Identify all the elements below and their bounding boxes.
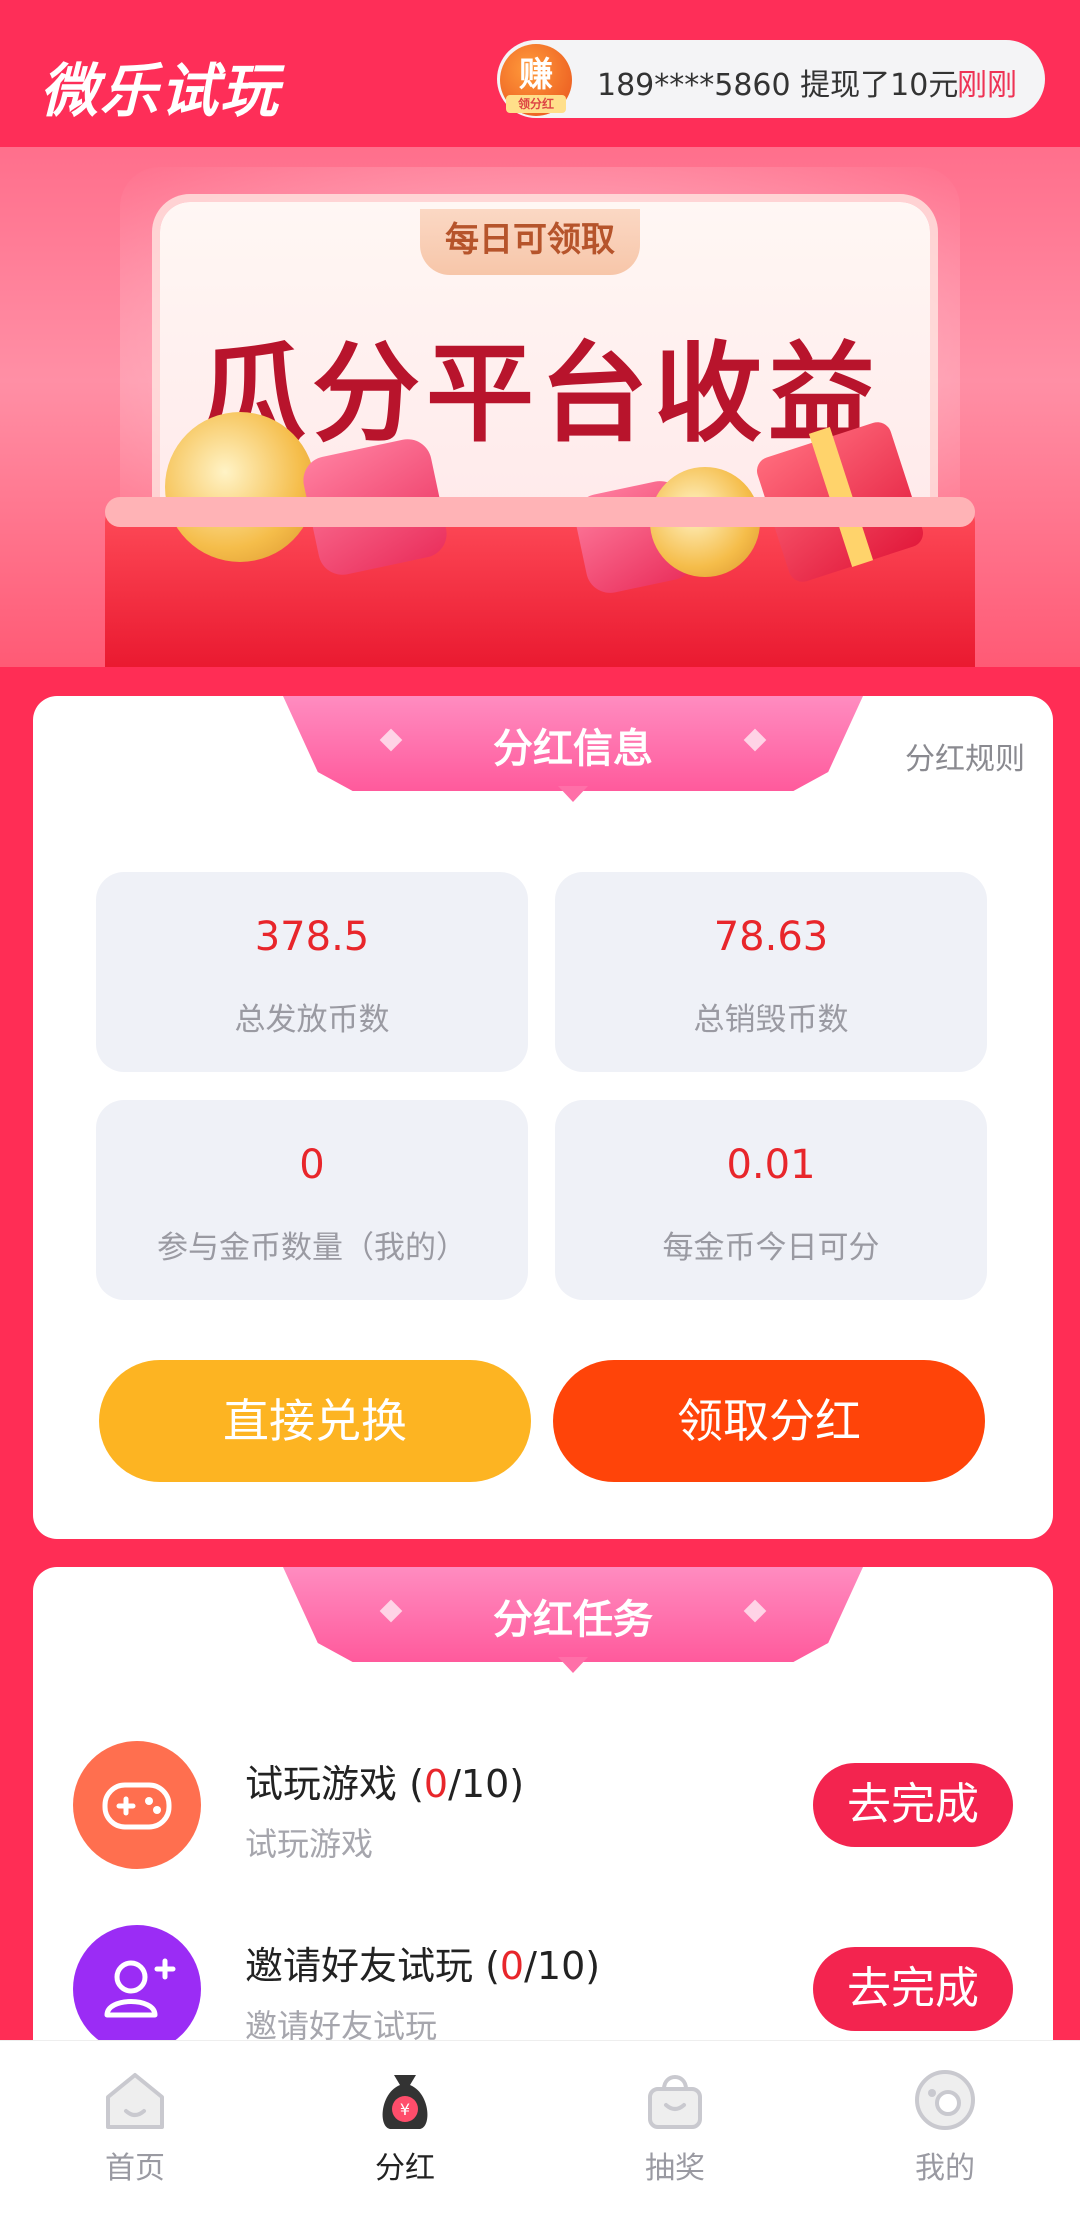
stat-label: 每金币今日可分 (662, 1230, 880, 1266)
task-progress-total: /10) (448, 1762, 525, 1806)
pocket-rim (105, 497, 975, 527)
ribbon-tip (558, 786, 588, 802)
section-ribbon: 分红任务 (283, 1567, 863, 1673)
task-name: 试玩游戏 (245, 1762, 398, 1806)
task-progress-open: ( (397, 1762, 424, 1806)
stat-value: 378.5 (254, 914, 370, 960)
nav-item-lottery[interactable]: 抽奖 (595, 2067, 755, 2217)
stat-value: 0.01 (726, 1142, 816, 1188)
nav-label: 首页 (105, 2151, 165, 2186)
stat-label: 总发放币数 (234, 1002, 390, 1038)
stat-value: 0 (299, 1142, 325, 1188)
promo-banner[interactable]: 每日可领取 瓜分平台收益 (0, 147, 1080, 667)
ticker-time: 刚刚 (957, 68, 1017, 103)
profile-icon (915, 2070, 975, 2130)
section-title: 分红任务 (493, 1597, 653, 1643)
withdrawal-ticker[interactable]: 赚 领分红 189****5860 提现了10元 刚刚 (497, 40, 1045, 118)
app-title: 微乐试玩 (40, 57, 281, 125)
ribbon-tip (558, 1657, 588, 1673)
stat-per-coin-today: 0.01 每金币今日可分 (555, 1100, 987, 1300)
section-title: 分红信息 (493, 726, 653, 772)
task-subtitle: 试玩游戏 (245, 1825, 374, 1863)
task-progress-done: 0 (499, 1944, 525, 1988)
task-name: 邀请好友试玩 (245, 1944, 474, 1988)
dividend-rules-link[interactable]: 分红规则 (905, 734, 1025, 778)
svg-text:¥: ¥ (400, 2100, 410, 2119)
task-title: 试玩游戏 (0/10) (245, 1753, 524, 1808)
stat-label: 总销毁币数 (693, 1002, 849, 1038)
claim-dividend-button[interactable]: 领取分红 (553, 1360, 985, 1482)
task-progress-open: ( (473, 1944, 500, 1988)
nav-label: 分红 (375, 2151, 435, 2186)
banner-tag: 每日可领取 (420, 209, 640, 275)
task-progress-done: 0 (423, 1762, 449, 1806)
gamepad-icon (73, 1741, 201, 1869)
task-complete-button[interactable]: 去完成 (813, 1763, 1013, 1847)
ticker-text: 189****5860 提现了10元 (597, 68, 959, 103)
earn-badge-subtext: 领分红 (506, 95, 566, 113)
earn-badge-icon: 赚 领分红 (500, 44, 572, 116)
earn-badge-text: 赚 (519, 55, 553, 95)
stat-label: 参与金币数量（我的） (157, 1230, 467, 1266)
dividend-info-card: 分红信息 分红规则 378.5 总发放币数 78.63 总销毁币数 0 参与金币… (33, 696, 1053, 1539)
money-bag-icon: ¥ (382, 2075, 428, 2129)
app-header: 微乐试玩 赚 领分红 189****5860 提现了10元 刚刚 (0, 0, 1080, 147)
nav-label: 抽奖 (645, 2151, 705, 2186)
stat-value: 78.63 (713, 914, 829, 960)
shopping-bag-icon (648, 2075, 702, 2129)
bottom-nav: 首页 ¥ 分红 抽奖 我的 (0, 2040, 1080, 2236)
home-icon (106, 2073, 164, 2129)
stat-total-issued: 378.5 总发放币数 (96, 872, 528, 1072)
nav-item-dividend[interactable]: ¥ 分红 (325, 2067, 485, 2217)
stat-total-burned: 78.63 总销毁币数 (555, 872, 987, 1072)
task-complete-button[interactable]: 去完成 (813, 1947, 1013, 2031)
add-user-icon (73, 1925, 201, 2053)
nav-item-profile[interactable]: 我的 (865, 2067, 1025, 2217)
nav-item-home[interactable]: 首页 (55, 2067, 215, 2217)
section-ribbon: 分红信息 (283, 696, 863, 802)
exchange-button[interactable]: 直接兑换 (99, 1360, 531, 1482)
stat-my-coins: 0 参与金币数量（我的） (96, 1100, 528, 1300)
coin-icon (165, 412, 315, 562)
nav-label: 我的 (915, 2151, 975, 2186)
task-progress-total: /10) (524, 1944, 601, 1988)
banner-title: 瓜分平台收益 (197, 332, 882, 457)
task-title: 邀请好友试玩 (0/10) (245, 1935, 600, 1990)
